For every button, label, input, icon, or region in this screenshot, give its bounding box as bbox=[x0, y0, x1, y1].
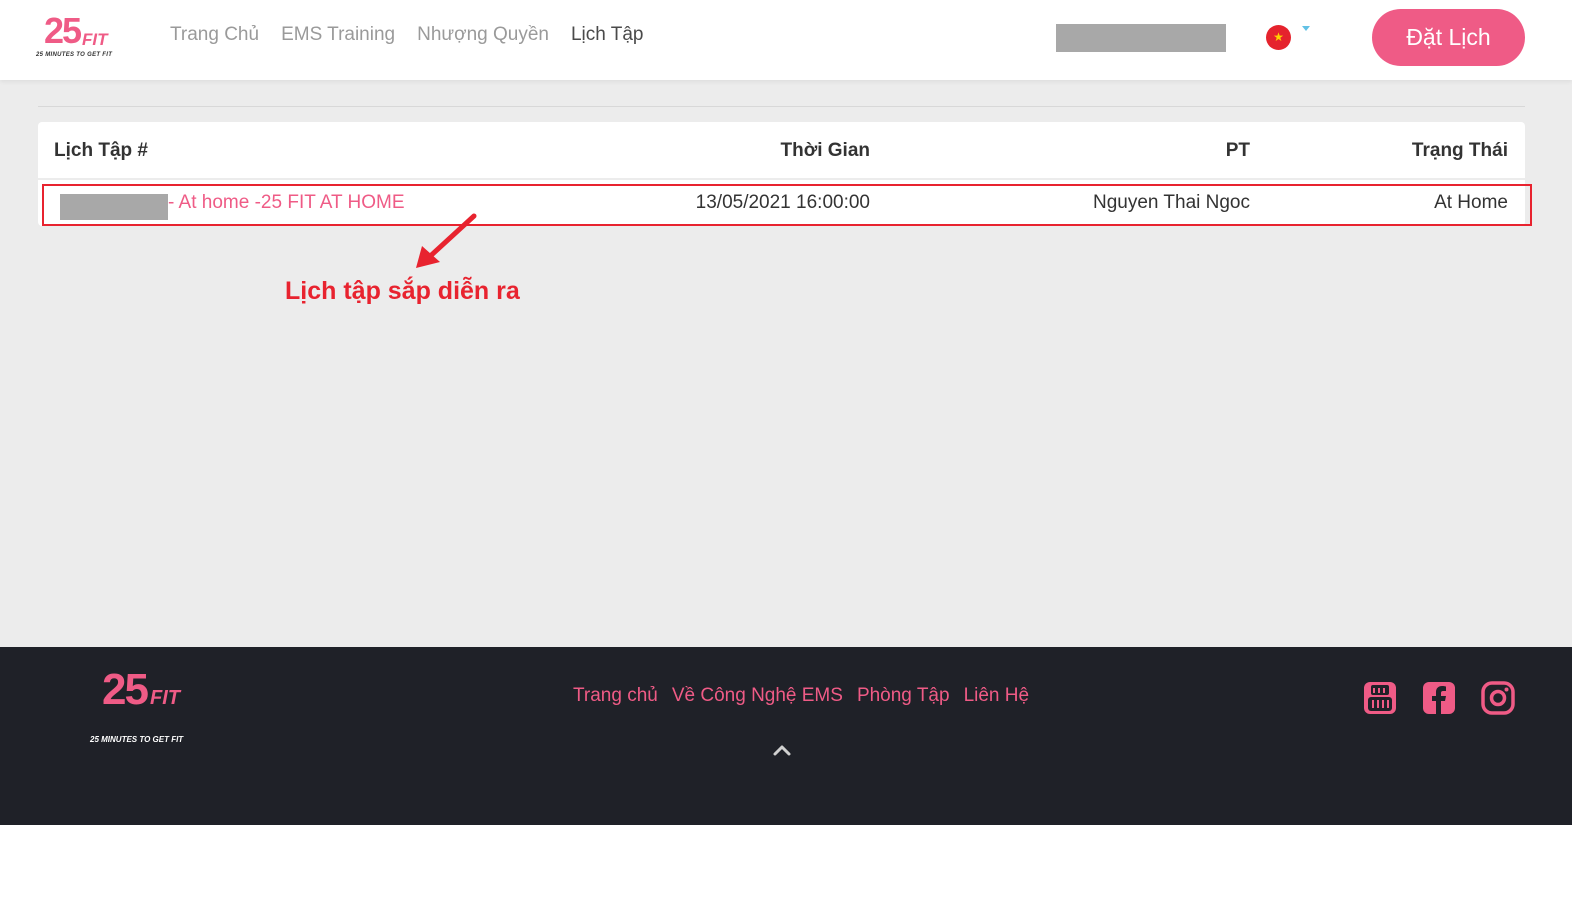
footer-links: Trang chủ Về Công Nghệ EMS Phòng Tập Liê… bbox=[573, 685, 1029, 707]
nav-nhuong-quyen[interactable]: Nhượng Quyền bbox=[417, 24, 549, 46]
divider bbox=[38, 106, 1525, 107]
schedule-title-link[interactable]: - At home -25 FIT AT HOME bbox=[168, 192, 405, 214]
nav-lich-tap[interactable]: Lịch Tập bbox=[571, 24, 644, 46]
footer-link-home[interactable]: Trang chủ bbox=[573, 685, 658, 707]
table-row[interactable]: - At home -25 FIT AT HOME 13/05/2021 16:… bbox=[42, 184, 1532, 226]
footer-link-contact[interactable]: Liên Hệ bbox=[964, 685, 1030, 707]
column-header-time: Thời Gian bbox=[780, 140, 870, 161]
nav-ems-training[interactable]: EMS Training bbox=[281, 24, 395, 46]
site-header: 25 FIT 25 MINUTES TO GET FIT Trang Chủ E… bbox=[0, 0, 1572, 80]
nav-trang-chu[interactable]: Trang Chủ bbox=[170, 24, 259, 46]
schedule-time: 13/05/2021 16:00:00 bbox=[695, 192, 870, 213]
column-header-pt: PT bbox=[1225, 140, 1250, 161]
footer-logo-word: FIT bbox=[150, 687, 180, 709]
flag-star: ★ bbox=[1273, 30, 1284, 44]
page-bottom bbox=[0, 825, 1572, 919]
book-schedule-button[interactable]: Đặt Lịch bbox=[1372, 9, 1525, 66]
footer-logo[interactable]: 25 FIT 25 MINUTES TO GET FIT bbox=[90, 665, 210, 744]
column-header-status: Trạng Thái bbox=[1411, 140, 1508, 161]
youtube-icon[interactable] bbox=[1363, 681, 1397, 715]
main-content: Lịch Tập # Thời Gian PT Trạng Thái - At … bbox=[0, 80, 1572, 647]
chevron-down-icon[interactable] bbox=[1302, 26, 1310, 31]
brand-logo[interactable]: 25 FIT 25 MINUTES TO GET FIT bbox=[36, 10, 126, 62]
footer-link-gym[interactable]: Phòng Tập bbox=[857, 685, 950, 707]
schedule-status: At Home bbox=[1434, 192, 1508, 213]
schedule-pt: Nguyen Thai Ngoc bbox=[1092, 192, 1250, 213]
column-header-schedule: Lịch Tập # bbox=[54, 140, 148, 161]
footer-link-ems[interactable]: Về Công Nghệ EMS bbox=[672, 685, 843, 707]
annotation-arrow-icon bbox=[416, 213, 477, 268]
schedule-table: Lịch Tập # Thời Gian PT Trạng Thái - At … bbox=[38, 122, 1532, 226]
main-nav: Trang Chủ EMS Training Nhượng Quyền Lịch… bbox=[170, 24, 644, 46]
annotation-label: Lịch tập sắp diễn ra bbox=[285, 277, 520, 305]
logo-number: 25 bbox=[44, 10, 82, 51]
footer-logo-tagline: 25 MINUTES TO GET FIT bbox=[90, 735, 184, 744]
facebook-icon[interactable] bbox=[1422, 681, 1456, 715]
site-footer: 25 FIT 25 MINUTES TO GET FIT Trang chủ V… bbox=[0, 647, 1572, 825]
redacted-user-name[interactable] bbox=[1056, 24, 1226, 52]
footer-logo-number: 25 bbox=[102, 665, 149, 714]
logo-tagline: 25 MINUTES TO GET FIT bbox=[36, 52, 113, 58]
vietnam-flag-icon[interactable]: ★ bbox=[1266, 25, 1291, 50]
chevron-up-icon[interactable] bbox=[772, 743, 792, 757]
instagram-icon[interactable] bbox=[1481, 681, 1515, 715]
logo-word: FIT bbox=[82, 30, 108, 49]
header-divider bbox=[38, 178, 1525, 180]
redacted-schedule-id bbox=[60, 194, 168, 220]
